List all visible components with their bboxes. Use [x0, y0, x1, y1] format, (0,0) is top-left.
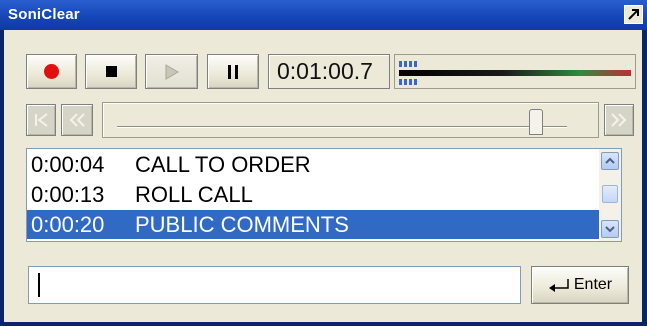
seek-slider-thumb[interactable] [528, 109, 543, 135]
app-window: SoniClear 0:01:00.7 0:00:04 CALL TO ORDE… [0, 0, 647, 326]
agenda-item-time: 0:00:20 [31, 212, 105, 237]
enter-arrow-icon [548, 279, 569, 292]
stop-icon [105, 66, 117, 77]
time-display: 0:01:00.7 [268, 54, 390, 89]
enter-button[interactable]: Enter [531, 266, 629, 304]
agenda-item-label: CALL TO ORDER [135, 152, 311, 177]
level-meter [394, 54, 636, 89]
scroll-up-button[interactable] [601, 152, 619, 170]
scroll-down-button[interactable] [601, 220, 619, 238]
agenda-item-label: PUBLIC COMMENTS [135, 212, 349, 237]
agenda-item-label: ROLL CALL [135, 182, 253, 207]
meter-ticks-bottom [399, 79, 417, 85]
fast-forward-icon [611, 113, 627, 127]
restore-window-button[interactable] [624, 5, 643, 24]
meter-ticks-top [399, 61, 417, 67]
chevron-down-icon [605, 226, 615, 233]
seek-slider[interactable] [102, 102, 599, 138]
skip-to-start-button[interactable] [26, 104, 56, 136]
record-icon [44, 64, 59, 79]
meter-gradient-bar [399, 70, 631, 76]
enter-button-label: Enter [573, 276, 613, 293]
window-title: SoniClear [8, 6, 80, 23]
seek-track-line [117, 126, 567, 128]
text-caret [38, 273, 40, 297]
scrollbar-thumb[interactable] [602, 185, 618, 203]
play-button[interactable] [145, 54, 198, 89]
agenda-item-time: 0:00:04 [31, 152, 105, 177]
play-icon [165, 63, 179, 80]
restore-arrow-icon [628, 9, 639, 20]
agenda-list[interactable]: 0:00:04 CALL TO ORDER 0:00:13 ROLL CALL 0:… [26, 148, 622, 242]
main-panel: 0:01:00.7 0:00:04 CALL TO ORDER 0:00:13 … [4, 30, 642, 322]
chevron-up-icon [605, 157, 615, 164]
stop-button[interactable] [85, 54, 137, 89]
record-button[interactable] [26, 54, 77, 89]
pause-icon [228, 64, 238, 79]
rewind-icon [69, 113, 85, 127]
agenda-item[interactable]: 0:00:04 CALL TO ORDER [27, 150, 599, 179]
pause-button[interactable] [207, 54, 259, 89]
skip-to-start-icon [35, 113, 48, 127]
fast-forward-button[interactable] [604, 104, 634, 136]
agenda-item[interactable]: 0:00:13 ROLL CALL [27, 180, 599, 209]
agenda-item-selected[interactable]: 0:00:20 PUBLIC COMMENTS [27, 210, 599, 239]
rewind-button[interactable] [61, 104, 93, 136]
agenda-scrollbar[interactable] [599, 149, 621, 241]
title-bar[interactable]: SoniClear [0, 0, 647, 30]
agenda-item-time: 0:00:13 [31, 182, 105, 207]
agenda-entry-input[interactable] [28, 266, 521, 304]
